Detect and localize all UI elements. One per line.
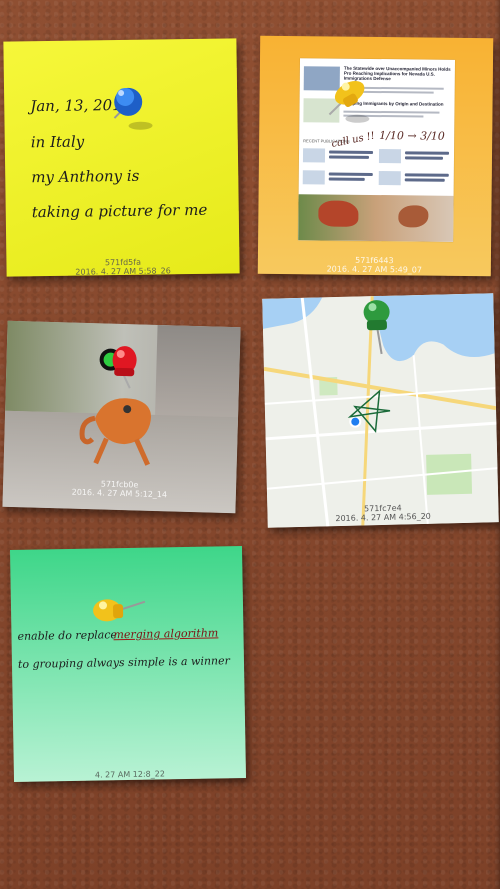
pushpin-blue-icon[interactable] <box>106 75 167 136</box>
sticky-note-green[interactable]: enable do replace merging algorithm to g… <box>9 545 247 783</box>
note-timestamp: 2016. 4. 27 AM 5:49_07 <box>326 264 423 275</box>
note-line: my Anthony is <box>31 166 140 187</box>
pushpin-yellow-icon[interactable] <box>325 70 386 131</box>
pushpin-yellow-icon[interactable] <box>83 588 154 639</box>
sticky-note-orange[interactable]: The Statewide over Unaccompanied Minors … <box>257 35 494 277</box>
sticky-note-yellow[interactable]: Jan, 13, 2013 in Italy my Anthony is tak… <box>3 38 240 277</box>
note-line: taking a picture for me <box>31 200 208 222</box>
note-timestamp: 4. 27 AM 12:8_22 <box>94 769 165 780</box>
handwriting-note: 1/10 → 3/10 <box>379 129 445 143</box>
pushpin-red-icon[interactable] <box>88 337 150 399</box>
note-line: to grouping always simple is a winner <box>17 654 230 671</box>
pushpin-green-icon[interactable] <box>350 295 412 360</box>
photo-note[interactable]: 571fcb0e 2016. 4. 27 AM 5:12_14 <box>2 320 241 514</box>
note-line: in Italy <box>30 132 85 152</box>
note-timestamp: 2016. 4. 27 AM 5:58_26 <box>75 266 171 277</box>
map-note[interactable]: 571fc7e4 2016. 4. 27 AM 4:56_20 <box>262 293 499 528</box>
